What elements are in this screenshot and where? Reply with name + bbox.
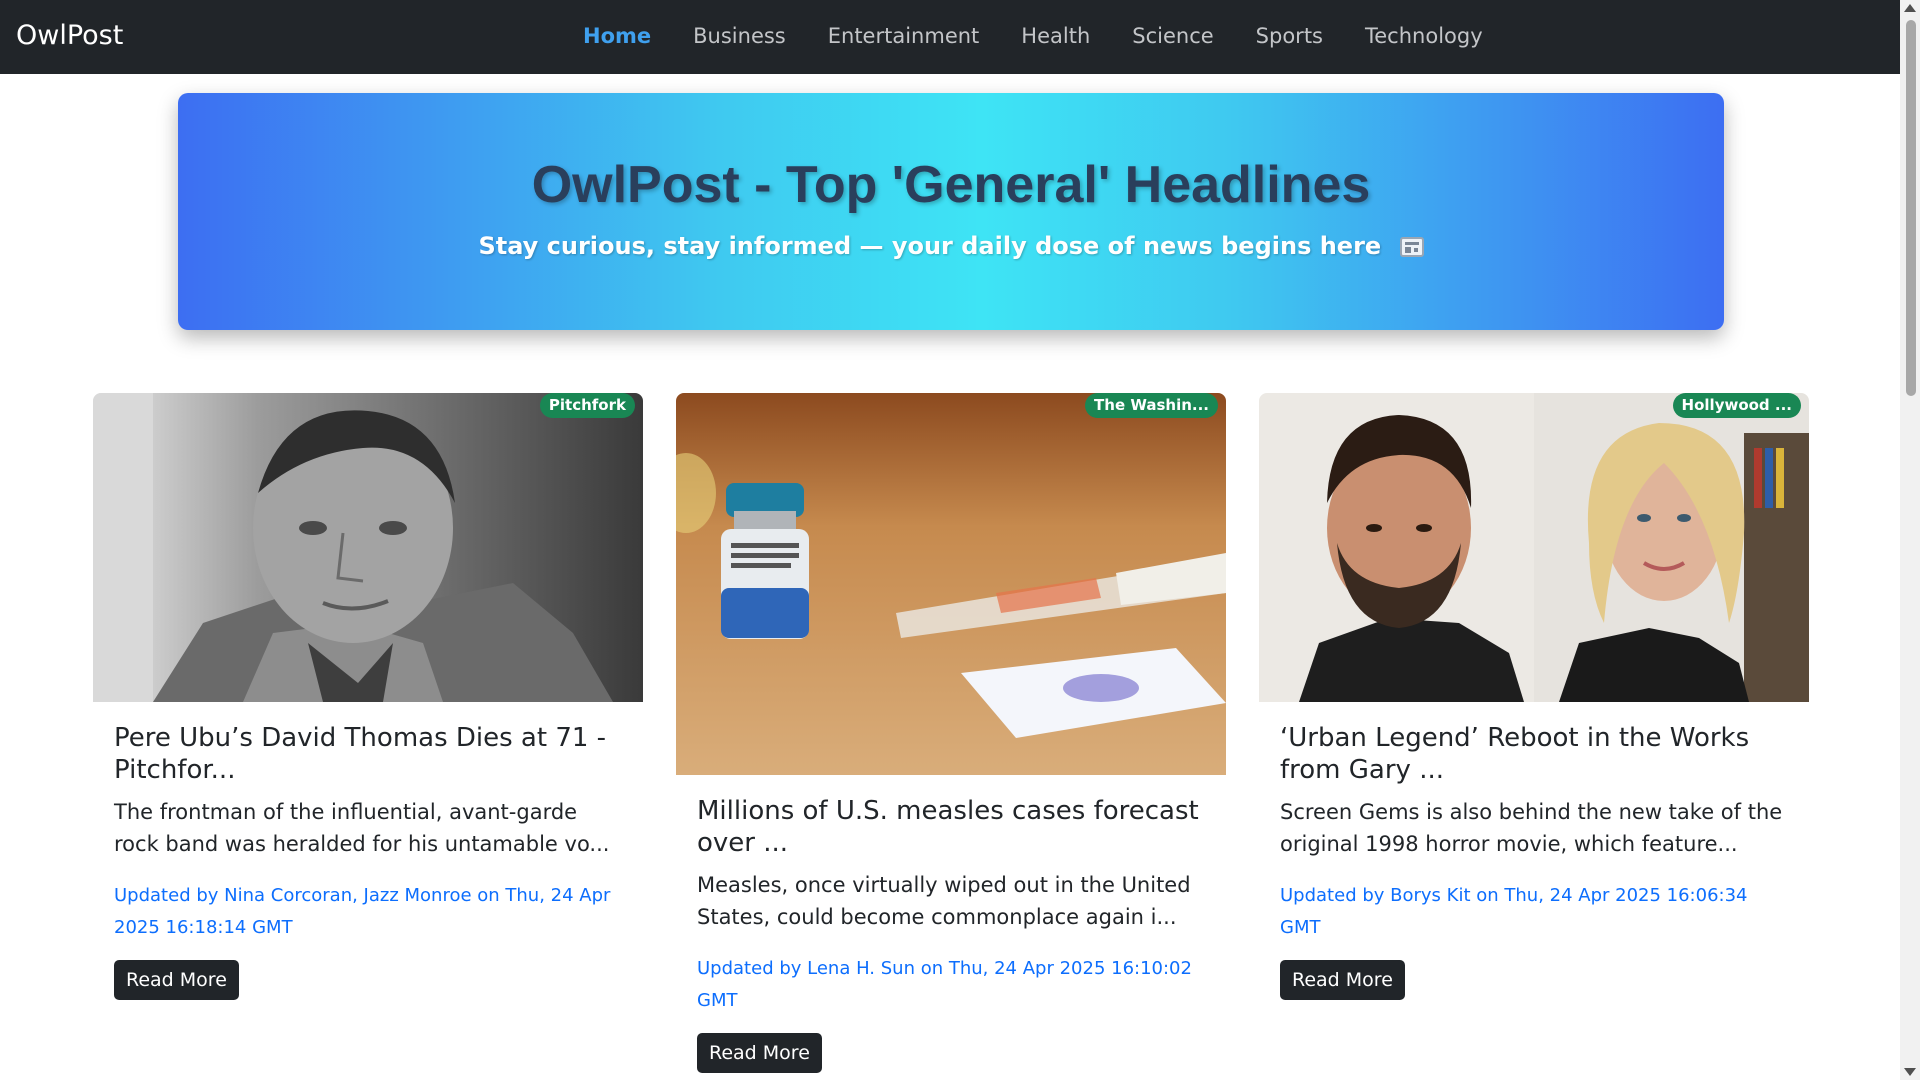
news-card: Pitchfork Pere Ubu’s David Thomas Dies a… [93, 393, 643, 1000]
card-body: Pere Ubu’s David Thomas Dies at 71 - Pit… [93, 722, 643, 1000]
brand-logo[interactable]: OwlPost [16, 18, 123, 54]
source-badge: Hollywood ... [1672, 393, 1801, 418]
portrait-photo-bw [93, 393, 643, 702]
article-title: ‘Urban Legend’ Reboot in the Works from … [1280, 723, 1750, 785]
article-image: Pitchfork [93, 393, 643, 702]
newspaper-icon [1399, 237, 1424, 257]
nav-link-technology[interactable]: Technology [1344, 18, 1504, 54]
read-more-button[interactable]: Read More [114, 960, 239, 1000]
read-more-button[interactable]: Read More [1280, 960, 1405, 1000]
article-meta: Updated by Nina Corcoran, Jazz Monroe on… [114, 885, 611, 938]
scroll-up-arrow-icon[interactable] [1904, 4, 1916, 12]
page-scrollbar[interactable] [1900, 0, 1920, 1080]
article-title: Millions of U.S. measles cases forecast … [697, 796, 1199, 858]
article-image: The Washin... [676, 393, 1226, 775]
article-meta: Updated by Borys Kit on Thu, 24 Apr 2025… [1280, 885, 1748, 938]
article-description: Measles, once virtually wiped out in the… [697, 873, 1191, 929]
source-badge: Pitchfork [539, 393, 635, 418]
read-more-button[interactable]: Read More [697, 1033, 822, 1073]
nav-link-sports[interactable]: Sports [1235, 18, 1344, 54]
scroll-down-arrow-icon[interactable] [1904, 1068, 1916, 1076]
hero-banner: OwlPost - Top 'General' Headlines Stay c… [178, 93, 1724, 330]
hero-subtitle: Stay curious, stay informed — your daily… [478, 232, 1382, 260]
navbar: OwlPost Home Business Entertainment Heal… [0, 0, 1900, 74]
nav-link-science[interactable]: Science [1111, 18, 1234, 54]
article-description: Screen Gems is also behind the new take … [1280, 800, 1783, 856]
article-meta: Updated by Lena H. Sun on Thu, 24 Apr 20… [697, 958, 1192, 1011]
nav-link-entertainment[interactable]: Entertainment [807, 18, 1001, 54]
nav-link-home[interactable]: Home [562, 18, 672, 54]
card-body: ‘Urban Legend’ Reboot in the Works from … [1259, 722, 1809, 1000]
two-portraits-photo [1259, 393, 1809, 702]
news-card: Hollywood ... ‘Urban Legend’ Reboot in t… [1259, 393, 1809, 1000]
news-card: The Washin... Millions of U.S. measles c… [676, 393, 1226, 1073]
hero-subtitle-row: Stay curious, stay informed — your daily… [178, 229, 1724, 263]
source-badge: The Washin... [1085, 393, 1218, 418]
nav-link-health[interactable]: Health [1000, 18, 1111, 54]
scrollbar-thumb[interactable] [1906, 20, 1916, 396]
hero-title: OwlPost - Top 'General' Headlines [531, 156, 1371, 214]
article-description: The frontman of the influential, avant-g… [114, 800, 610, 856]
article-title: Pere Ubu’s David Thomas Dies at 71 - Pit… [114, 723, 607, 785]
article-image: Hollywood ... [1259, 393, 1809, 702]
nav-links: Home Business Entertainment Health Scien… [562, 18, 1504, 54]
card-body: Millions of U.S. measles cases forecast … [676, 795, 1226, 1073]
vaccine-photo [676, 393, 1226, 775]
nav-link-business[interactable]: Business [672, 18, 807, 54]
